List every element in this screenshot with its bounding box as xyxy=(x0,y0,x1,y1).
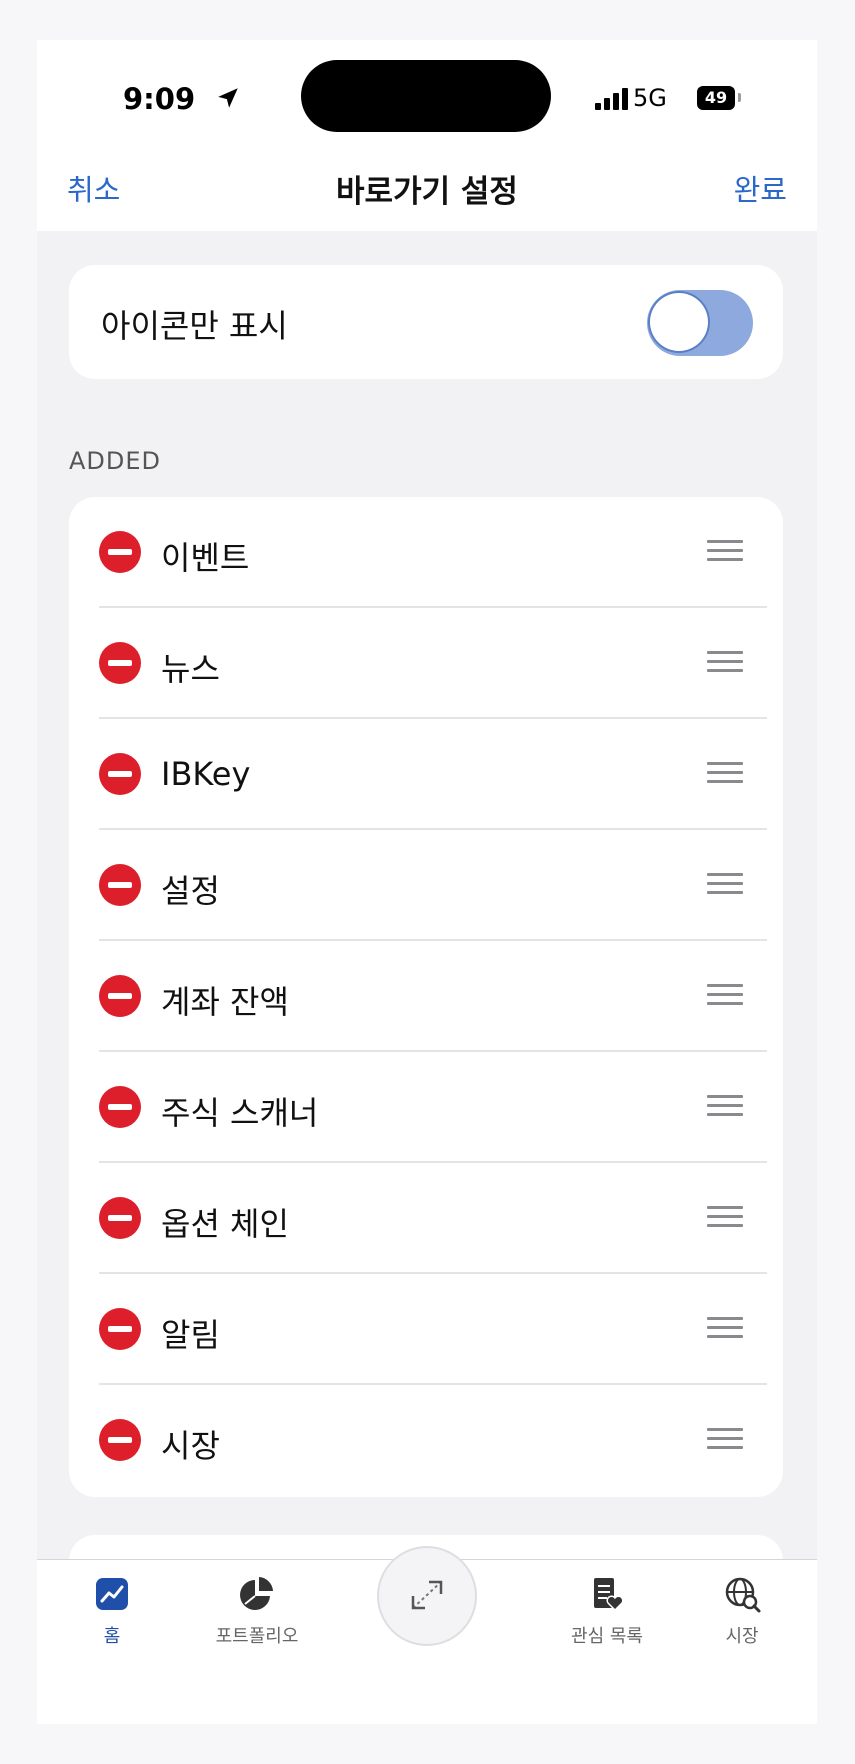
list-item-label: 설정 xyxy=(161,872,220,910)
icons-only-setting: 아이콘만 표시 xyxy=(69,265,783,379)
globe-search-icon xyxy=(725,1577,761,1613)
page-title: 바로가기 설정 xyxy=(336,174,518,210)
list-item: 주식 스캐너 xyxy=(69,1052,783,1163)
list-item: 설정 xyxy=(69,830,783,941)
icons-only-toggle[interactable] xyxy=(647,290,753,356)
drag-handle-icon[interactable] xyxy=(707,984,743,1006)
list-item-label: 시장 xyxy=(161,1427,220,1465)
list-item-label: 알림 xyxy=(161,1316,220,1354)
toggle-knob xyxy=(650,293,708,351)
list-item: 알림 xyxy=(69,1274,783,1385)
drag-handle-icon[interactable] xyxy=(707,1095,743,1117)
battery-icon: 49 xyxy=(697,86,735,110)
shortcut-expand-button[interactable] xyxy=(377,1546,477,1646)
list-item: 이벤트 xyxy=(69,497,783,608)
icons-only-label: 아이콘만 표시 xyxy=(101,307,288,345)
remove-icon[interactable] xyxy=(99,1197,141,1239)
tab-watchlist-label: 관심 목록 xyxy=(571,1626,643,1647)
drag-handle-icon[interactable] xyxy=(707,1428,743,1450)
tab-market-label: 시장 xyxy=(725,1626,759,1647)
phone-screen: 9:09 5G 49 취소 바로가기 설정 완료 아이콘만 표시 ADDED 이… xyxy=(37,40,817,1724)
list-item-label: 이벤트 xyxy=(161,539,250,577)
done-button[interactable]: 완료 xyxy=(734,167,787,209)
remove-icon[interactable] xyxy=(99,531,141,573)
list-item: 계좌 잔액 xyxy=(69,941,783,1052)
tab-portfolio[interactable]: 포트폴리오 xyxy=(192,1574,322,1648)
list-item: IBKey xyxy=(69,719,783,830)
expand-arrows-icon xyxy=(411,1580,443,1610)
tab-home[interactable]: 홈 xyxy=(47,1574,177,1648)
drag-handle-icon[interactable] xyxy=(707,1206,743,1228)
drag-handle-icon[interactable] xyxy=(707,762,743,784)
watchlist-icon xyxy=(594,1578,624,1612)
network-label: 5G xyxy=(633,84,667,112)
remove-icon[interactable] xyxy=(99,1308,141,1350)
remove-icon[interactable] xyxy=(99,1086,141,1128)
remove-icon[interactable] xyxy=(99,864,141,906)
tab-watchlist[interactable]: 관심 목록 xyxy=(542,1574,672,1648)
battery-nub xyxy=(738,93,741,102)
status-time: 9:09 xyxy=(123,82,196,116)
remove-icon[interactable] xyxy=(99,753,141,795)
list-item-label: 옵션 체인 xyxy=(161,1205,289,1243)
list-item: 뉴스 xyxy=(69,608,783,719)
drag-handle-icon[interactable] xyxy=(707,540,743,562)
section-header-added: ADDED xyxy=(69,447,162,475)
list-item-label: 뉴스 xyxy=(161,650,220,688)
added-shortcuts-list: 이벤트 뉴스 IBKey 설정 계좌 잔액 주식 스캐너 옵션 체인 알림 시장 xyxy=(69,497,783,1497)
tab-portfolio-label: 포트폴리오 xyxy=(215,1626,299,1647)
location-arrow-icon xyxy=(218,88,238,108)
pie-chart-icon xyxy=(240,1577,273,1610)
drag-handle-icon[interactable] xyxy=(707,873,743,895)
chart-home-icon xyxy=(96,1578,128,1610)
list-item: 옵션 체인 xyxy=(69,1163,783,1274)
list-item: 시장 xyxy=(69,1385,783,1496)
tab-market[interactable]: 시장 xyxy=(677,1574,807,1648)
list-item-label: IBKey xyxy=(161,755,251,793)
list-item-label: 주식 스캐너 xyxy=(161,1094,319,1132)
drag-handle-icon[interactable] xyxy=(707,1317,743,1339)
remove-icon[interactable] xyxy=(99,1419,141,1461)
remove-icon[interactable] xyxy=(99,975,141,1017)
dynamic-island xyxy=(301,60,551,132)
drag-handle-icon[interactable] xyxy=(707,651,743,673)
remove-icon[interactable] xyxy=(99,642,141,684)
list-item-label: 계좌 잔액 xyxy=(161,983,289,1021)
tab-home-label: 홈 xyxy=(103,1626,121,1647)
bottom-tab-bar: 홈 포트폴리오 관심 목록 시장 xyxy=(37,1546,817,1724)
